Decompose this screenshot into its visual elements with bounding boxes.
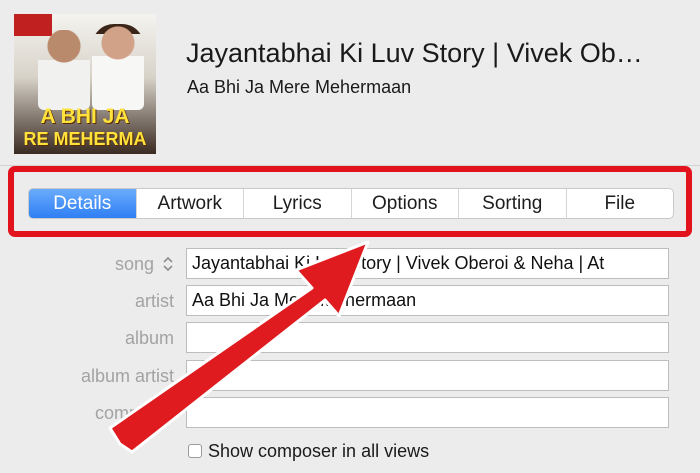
artwork-figure-man [38,30,90,110]
artwork-figure-woman [92,24,144,110]
show-composer-label: Show composer in all views [208,440,430,461]
show-composer-checkbox[interactable] [188,444,202,458]
show-composer-row: Show composer in all views [188,441,429,461]
track-header: A BHI JA RE MEHERMA Jayantabhai Ki Luv S… [0,0,700,165]
info-tabs: Details Artwork Lyrics Options Sorting F… [28,188,674,219]
album-artist-field[interactable] [186,360,669,391]
tab-sorting[interactable]: Sorting [459,189,567,218]
tab-artwork[interactable]: Artwork [137,189,244,218]
album-field[interactable] [186,322,669,353]
tab-details[interactable]: Details [29,189,137,218]
composer-row: composer [0,397,700,429]
album-artist-label: album artist [80,366,174,386]
composer-label: composer [94,403,174,423]
album-artwork[interactable]: A BHI JA RE MEHERMA [14,14,156,154]
album-label: album [124,328,174,348]
artwork-title-text: A BHI JA RE MEHERMA [14,106,156,150]
song-row: song Jayantabhai Ki Luv Story | Vivek Ob… [0,248,700,280]
album-row: album [0,322,700,354]
tab-lyrics[interactable]: Lyrics [244,189,352,218]
artwork-title-line1: A BHI JA [40,105,130,128]
tab-options[interactable]: Options [352,189,459,218]
artist-field[interactable]: Aa Bhi Ja Mere Mehermaan [186,285,669,316]
track-title: Jayantabhai Ki Luv Story | Vivek Ob… [186,38,643,68]
composer-field[interactable] [186,397,669,428]
artist-label: artist [134,291,174,311]
artwork-title-line2: RE MEHERMA [23,129,147,149]
song-field[interactable]: Jayantabhai Ki Luv Story | Vivek Oberoi … [186,248,669,279]
tab-file[interactable]: File [567,189,674,218]
track-artist: Aa Bhi Ja Mere Mehermaan [187,77,412,97]
artist-row: artist Aa Bhi Ja Mere Mehermaan [0,285,700,317]
chevron-up-down-icon[interactable] [162,255,174,273]
song-label: song [114,254,154,274]
album-artist-row: album artist [0,360,700,392]
